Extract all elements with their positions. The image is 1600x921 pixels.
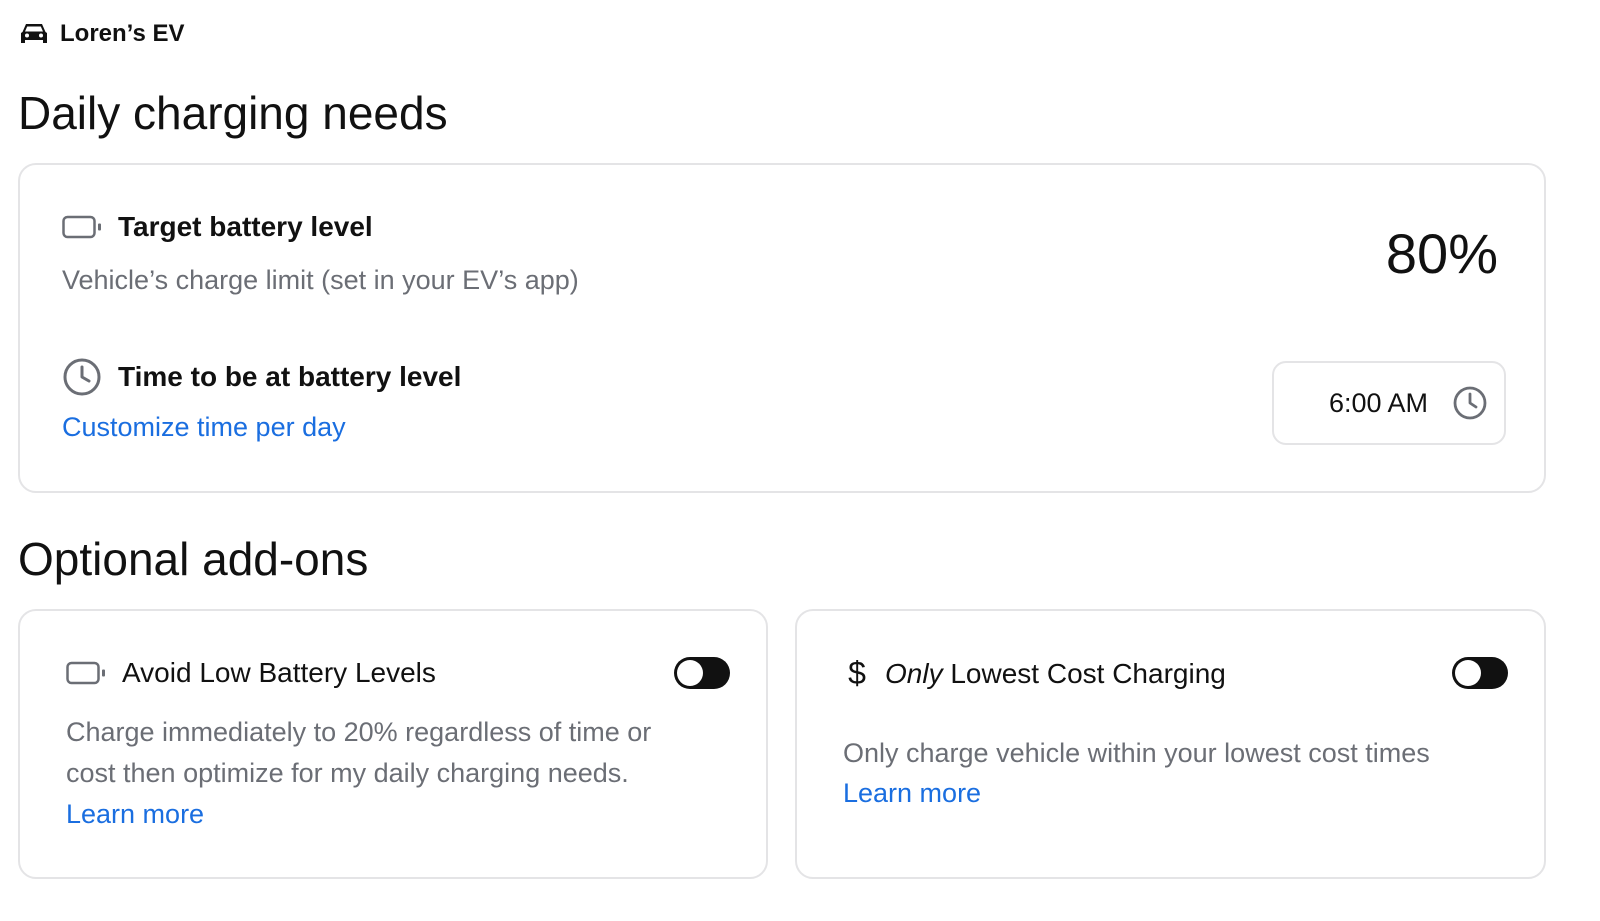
optional-addons-title: Optional add-ons — [18, 533, 369, 585]
lowest-cost-card: $ Only Lowest Cost Charging Only charge … — [795, 609, 1546, 879]
lowest-cost-label-rest: Lowest Cost Charging — [942, 657, 1226, 689]
daily-charging-title: Daily charging needs — [18, 87, 448, 139]
page: Loren’s EV Daily charging needs Target b… — [0, 0, 1600, 921]
only-emphasis: Only — [885, 657, 943, 689]
avoid-low-battery-row: Avoid Low Battery Levels — [66, 657, 436, 689]
vehicle-name: Loren’s EV — [60, 20, 185, 47]
battery-icon — [62, 215, 102, 239]
avoid-low-battery-card: Avoid Low Battery Levels Charge immediat… — [18, 609, 768, 879]
time-picker[interactable]: 6:00 AM — [1272, 361, 1506, 445]
lowest-cost-label: Only Lowest Cost Charging — [885, 658, 1226, 690]
lowest-cost-description: Only charge vehicle within your lowest c… — [843, 738, 1430, 768]
car-icon — [20, 20, 48, 48]
avoid-low-battery-toggle[interactable] — [674, 657, 730, 689]
daily-charging-card: Target battery level Vehicle’s charge li… — [18, 163, 1546, 493]
toggle-knob — [677, 660, 703, 686]
target-battery-row: Target battery level — [62, 211, 373, 243]
vehicle-header: Loren’s EV — [20, 20, 184, 48]
time-row: Time to be at battery level — [62, 357, 461, 397]
avoid-low-battery-label: Avoid Low Battery Levels — [122, 657, 436, 688]
customize-time-link[interactable]: Customize time per day — [62, 412, 346, 443]
description-line: cost then optimize for my daily charging… — [66, 758, 629, 788]
battery-icon — [66, 661, 106, 685]
lowest-cost-learn-more[interactable]: Learn more — [843, 778, 981, 809]
description-line: Charge immediately to 20% regardless of … — [66, 717, 652, 747]
time-value: 6:00 AM — [1328, 387, 1428, 418]
target-battery-label: Target battery level — [118, 211, 373, 242]
target-battery-description: Vehicle’s charge limit (set in your EV’s… — [62, 265, 579, 295]
clock-icon — [62, 357, 102, 397]
toggle-knob — [1455, 660, 1481, 686]
dollar-icon: $ — [848, 655, 866, 691]
lowest-cost-row: $ Only Lowest Cost Charging — [845, 655, 1226, 692]
time-label: Time to be at battery level — [118, 361, 462, 392]
target-battery-value: 80% — [1385, 222, 1498, 285]
lowest-cost-toggle[interactable] — [1452, 657, 1508, 689]
clock-icon — [1452, 385, 1488, 421]
avoid-low-battery-learn-more[interactable]: Learn more — [66, 799, 204, 830]
avoid-low-battery-description: Charge immediately to 20% regardless of … — [66, 712, 651, 794]
